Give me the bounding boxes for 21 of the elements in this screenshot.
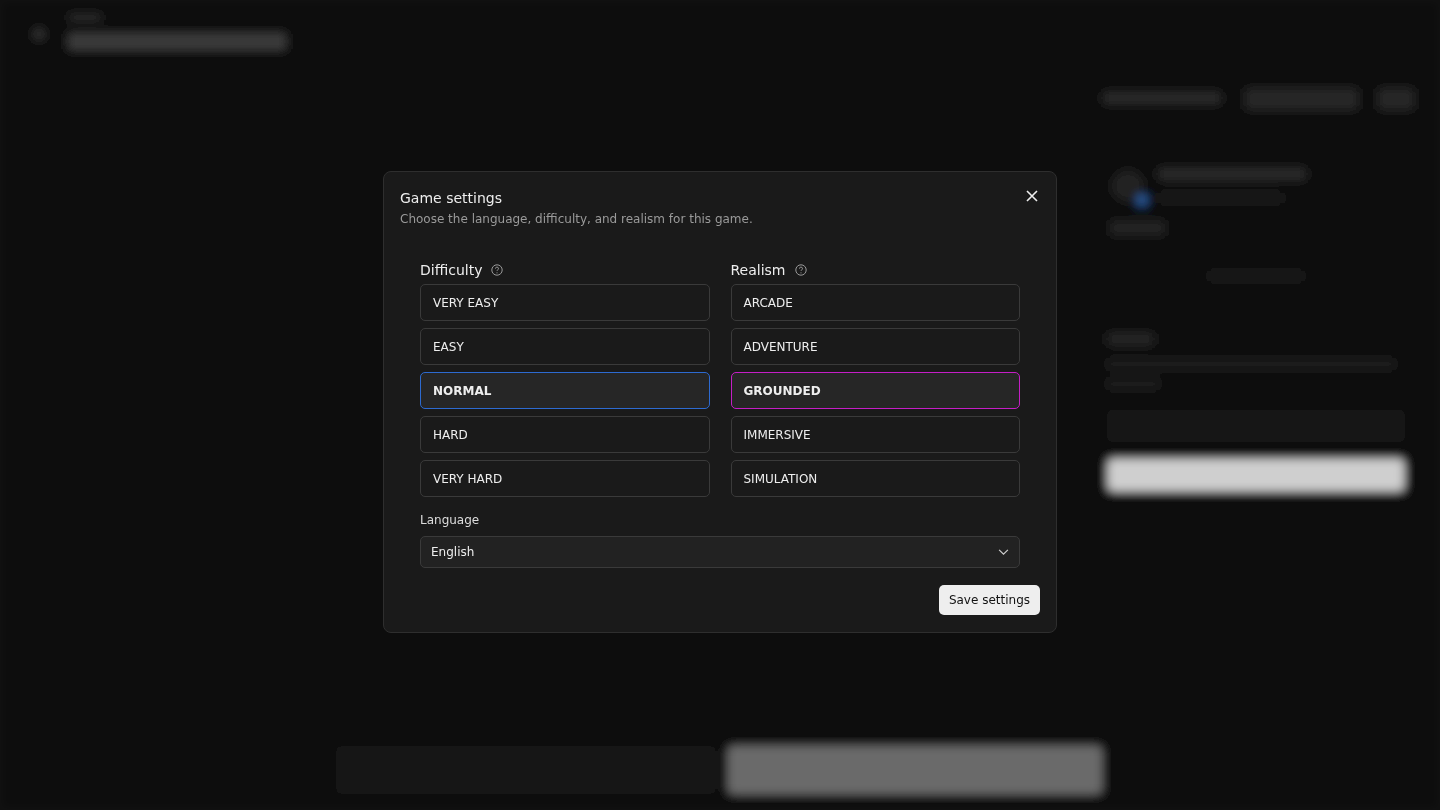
help-icon[interactable] [794,263,807,276]
option-button[interactable]: SIMULATION [730,460,1020,497]
dialog-description: Choose the language, difficulty, and realism for this game. [400,212,753,226]
option-button[interactable]: ARCADE [730,284,1020,321]
option-button[interactable]: EASY [420,328,710,365]
option-button[interactable]: NORMAL [420,372,710,409]
dialog-title: Game settings [400,190,503,206]
group-label: Difficulty [420,261,483,278]
field-label: Language [420,513,481,527]
option-button[interactable]: HARD [420,416,710,453]
option-button[interactable]: GROUNDED [730,372,1020,409]
chevron-down-icon [998,548,1009,556]
option-button[interactable]: IMMERSIVE [730,416,1020,453]
close-button[interactable] [1024,188,1040,204]
option-button[interactable]: VERY EASY [420,284,710,321]
group-label: Realism [730,261,786,278]
save-button[interactable]: Save settings [938,585,1040,615]
language-dropdown[interactable]: English [420,536,1020,568]
option-button[interactable]: ADVENTURE [730,328,1020,365]
option-button[interactable]: VERY HARD [420,460,710,497]
help-icon[interactable] [491,263,504,276]
